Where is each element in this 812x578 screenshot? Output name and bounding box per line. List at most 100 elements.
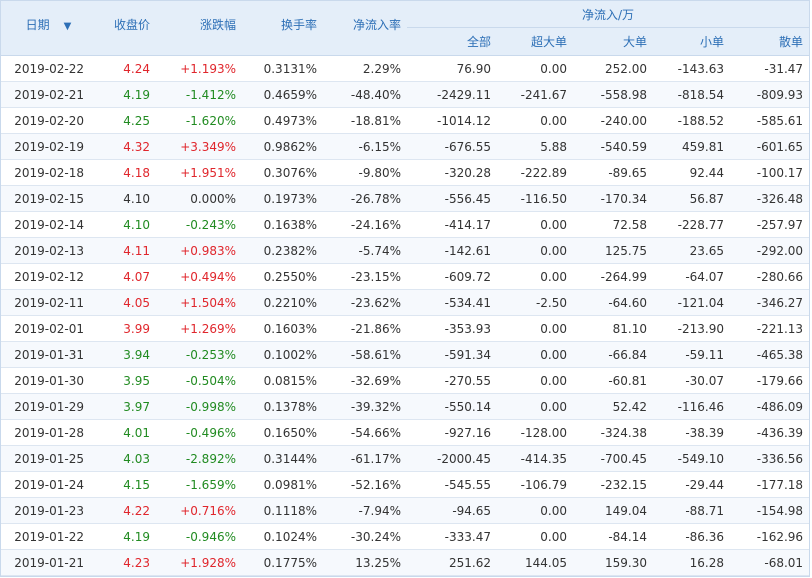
cell-turnover: 0.1775% [242, 549, 323, 576]
cell-all: -142.61 [407, 237, 497, 264]
header-turnover-label: 换手率 [280, 17, 317, 32]
cell-small: -38.39 [653, 419, 730, 446]
cell-date: 2019-01-30 [1, 367, 96, 394]
cell-all: -353.93 [407, 315, 497, 342]
cell-small: -59.11 [653, 341, 730, 368]
cell-net-pct: -18.81% [323, 107, 407, 134]
header-small[interactable]: 小单 [653, 27, 730, 56]
header-date-label: 日期 [25, 17, 50, 32]
cell-close: 4.11 [96, 237, 156, 264]
cell-turnover: 0.3144% [242, 445, 323, 472]
cell-net-pct: -5.74% [323, 237, 407, 264]
cell-super-large: -222.89 [497, 159, 573, 186]
cell-turnover: 0.1002% [242, 341, 323, 368]
cell-change: -0.946% [156, 523, 242, 550]
header-super-large[interactable]: 超大单 [497, 27, 573, 56]
table-row: 2019-02-18 4.18 +1.951% 0.3076% -9.80% -… [1, 159, 809, 186]
table-row: 2019-02-11 4.05 +1.504% 0.2210% -23.62% … [1, 289, 809, 316]
cell-retail: -257.97 [730, 211, 809, 238]
cell-large: 125.75 [573, 237, 653, 264]
cell-date: 2019-02-11 [1, 289, 96, 316]
cell-small: -143.63 [653, 55, 730, 82]
cell-large: -540.59 [573, 133, 653, 160]
cell-large: -558.98 [573, 81, 653, 108]
cell-super-large: 5.88 [497, 133, 573, 160]
cell-net-pct: -30.24% [323, 523, 407, 550]
header-turnover[interactable]: 换手率 [242, 1, 323, 56]
header-large-label: 大单 [622, 35, 647, 49]
header-retail[interactable]: 散单 [730, 27, 809, 56]
cell-date: 2019-01-21 [1, 549, 96, 576]
cell-date: 2019-02-13 [1, 237, 96, 264]
cell-retail: -177.18 [730, 471, 809, 498]
cell-all: -591.34 [407, 341, 497, 368]
cell-retail: -179.66 [730, 367, 809, 394]
cell-large: -66.84 [573, 341, 653, 368]
header-change-label: 涨跌幅 [199, 17, 236, 32]
cell-date: 2019-01-22 [1, 523, 96, 550]
cell-close: 4.19 [96, 523, 156, 550]
cell-large: 81.10 [573, 315, 653, 342]
cell-small: -228.77 [653, 211, 730, 238]
header-close-label: 收盘价 [113, 17, 150, 32]
cell-net-pct: -23.15% [323, 263, 407, 290]
cell-super-large: -414.35 [497, 445, 573, 472]
cell-large: -64.60 [573, 289, 653, 316]
cell-turnover: 0.4973% [242, 107, 323, 134]
cell-small: 56.87 [653, 185, 730, 212]
cell-date: 2019-02-22 [1, 55, 96, 82]
table-row: 2019-02-21 4.19 -1.412% 0.4659% -48.40% … [1, 81, 809, 108]
cell-change: -0.496% [156, 419, 242, 446]
cell-retail: -486.09 [730, 393, 809, 420]
cell-close: 4.07 [96, 263, 156, 290]
cell-date: 2019-02-20 [1, 107, 96, 134]
cell-turnover: 0.9862% [242, 133, 323, 160]
table-row: 2019-02-01 3.99 +1.269% 0.1603% -21.86% … [1, 315, 809, 342]
header-net-group: 净流入/万 [407, 1, 809, 28]
cell-super-large: -241.67 [497, 81, 573, 108]
cell-all: 76.90 [407, 55, 497, 82]
cell-date: 2019-01-25 [1, 445, 96, 472]
cell-net-pct: -39.32% [323, 393, 407, 420]
cell-date: 2019-02-19 [1, 133, 96, 160]
header-date[interactable]: 日期 ▼ [1, 1, 96, 56]
cell-all: -94.65 [407, 497, 497, 524]
header-large[interactable]: 大单 [573, 27, 653, 56]
cell-small: -818.54 [653, 81, 730, 108]
cell-date: 2019-02-14 [1, 211, 96, 238]
header-all-label: 全部 [466, 35, 491, 49]
table-row: 2019-01-22 4.19 -0.946% 0.1024% -30.24% … [1, 523, 809, 550]
cell-retail: -336.56 [730, 445, 809, 472]
table-row: 2019-02-19 4.32 +3.349% 0.9862% -6.15% -… [1, 133, 809, 160]
cell-date: 2019-02-01 [1, 315, 96, 342]
cell-all: -333.47 [407, 523, 497, 550]
header-all[interactable]: 全部 [407, 27, 497, 56]
cell-large: -232.15 [573, 471, 653, 498]
arrow-down-icon[interactable]: ▼ [64, 21, 72, 32]
header-close[interactable]: 收盘价 [96, 1, 156, 56]
cell-close: 4.32 [96, 133, 156, 160]
data-table: 日期 ▼ 收盘价 涨跌幅 换手率 净流入率 净流入/万 全部 超大单 大单 小单 … [1, 1, 809, 576]
cell-change: +1.951% [156, 159, 242, 186]
cell-change: -1.659% [156, 471, 242, 498]
table-row: 2019-01-21 4.23 +1.928% 0.1775% 13.25% 2… [1, 549, 809, 576]
cell-net-pct: -6.15% [323, 133, 407, 160]
cell-close: 4.10 [96, 211, 156, 238]
cell-date: 2019-02-18 [1, 159, 96, 186]
cell-net-pct: -23.62% [323, 289, 407, 316]
cell-super-large: 0.00 [497, 523, 573, 550]
header-net-pct[interactable]: 净流入率 [323, 1, 407, 56]
cell-close: 4.05 [96, 289, 156, 316]
header-change[interactable]: 涨跌幅 [156, 1, 242, 56]
cell-close: 4.22 [96, 497, 156, 524]
cell-change: +1.504% [156, 289, 242, 316]
cell-small: 23.65 [653, 237, 730, 264]
table-row: 2019-01-23 4.22 +0.716% 0.1118% -7.94% -… [1, 497, 809, 524]
cell-turnover: 0.3131% [242, 55, 323, 82]
cell-large: -324.38 [573, 419, 653, 446]
cell-small: -121.04 [653, 289, 730, 316]
cell-small: 16.28 [653, 549, 730, 576]
cell-all: -609.72 [407, 263, 497, 290]
cell-turnover: 0.4659% [242, 81, 323, 108]
cell-net-pct: -54.66% [323, 419, 407, 446]
